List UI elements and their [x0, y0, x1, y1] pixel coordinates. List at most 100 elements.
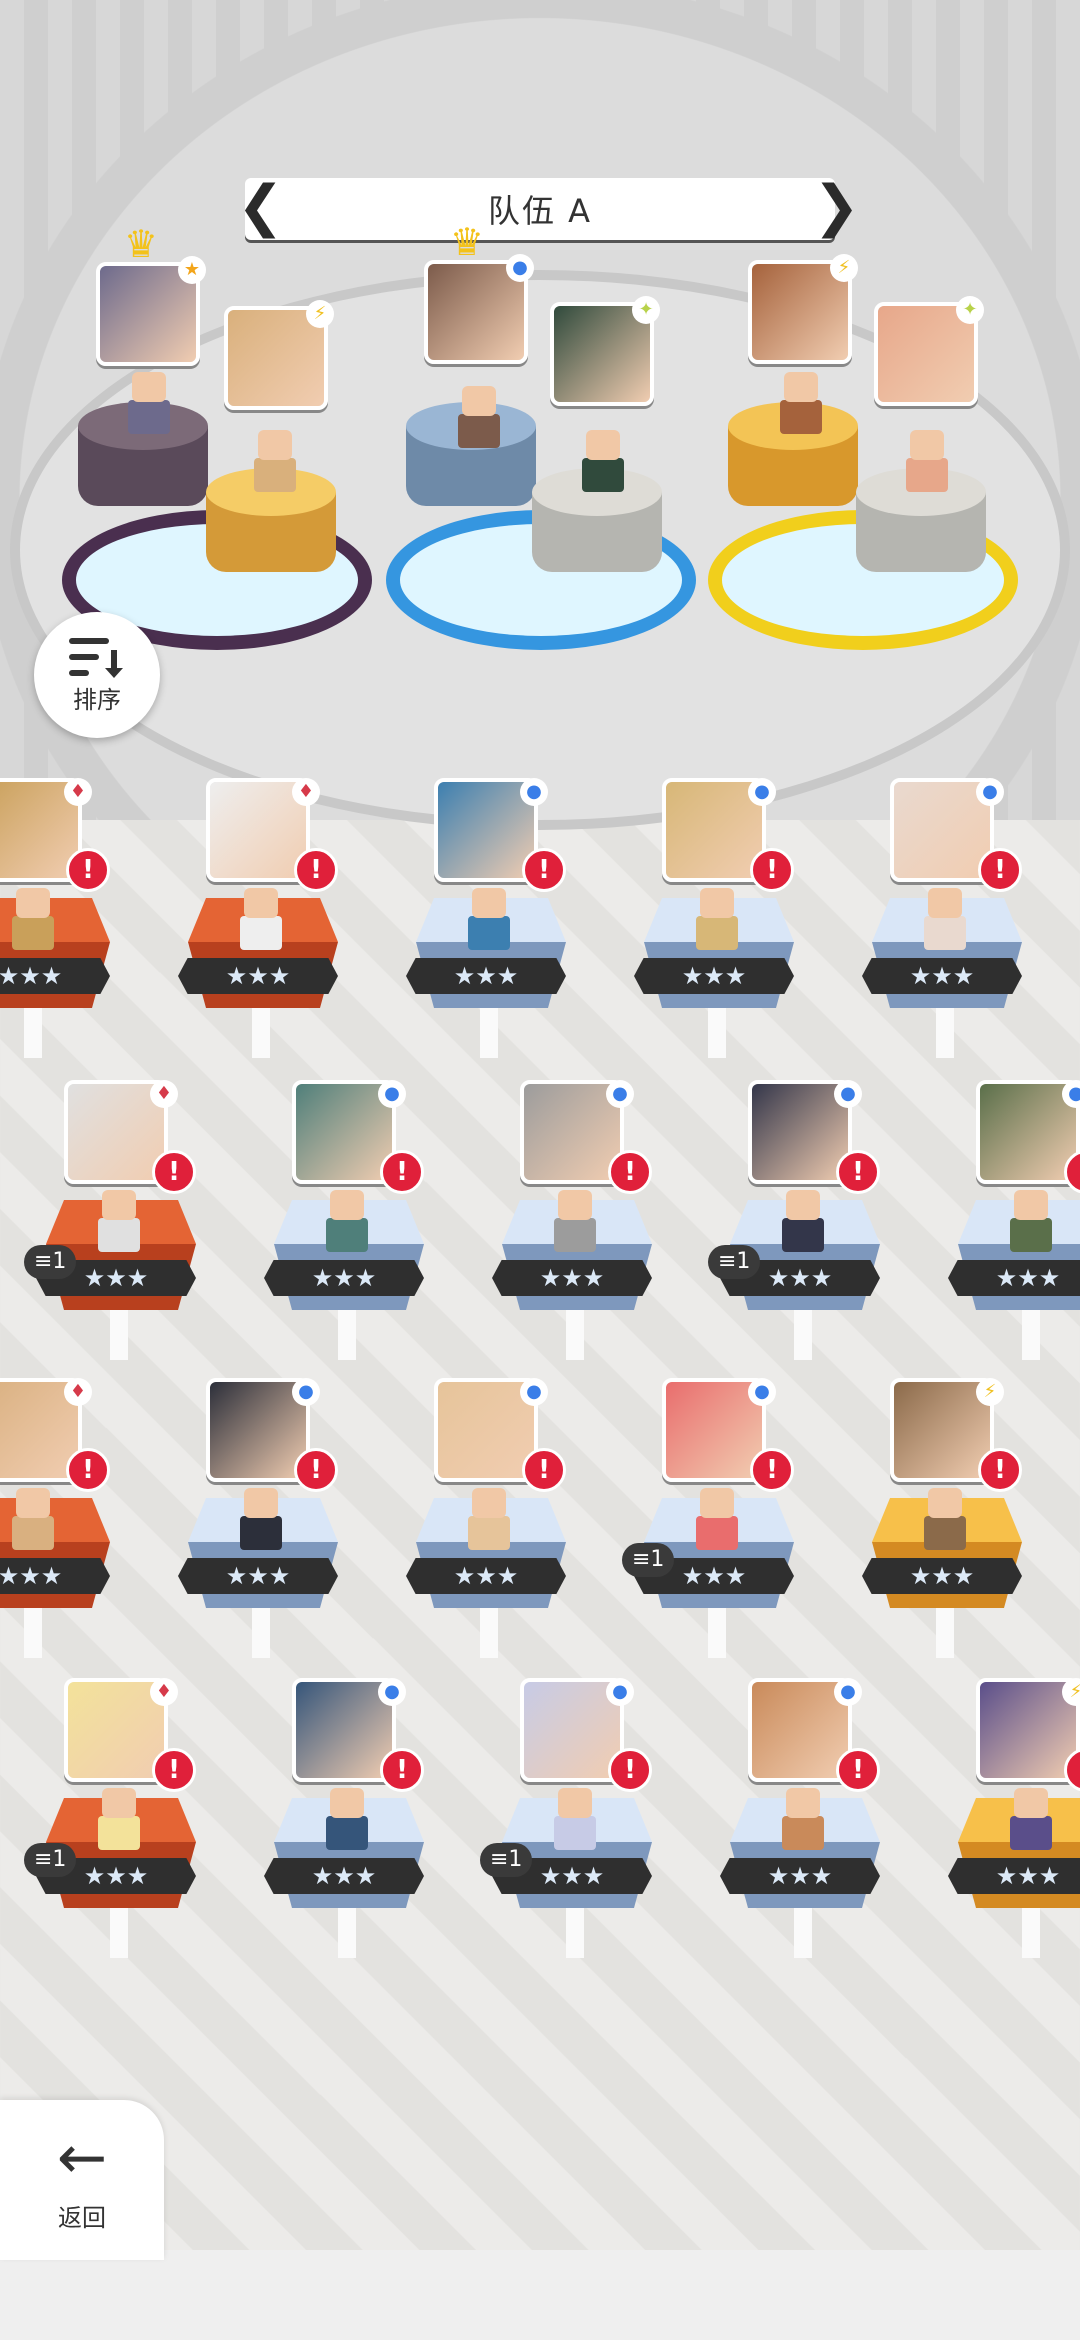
roster-unit[interactable]: ★★★●!	[946, 1080, 1080, 1360]
alert-icon: !	[380, 1748, 424, 1792]
level-tag: ≡1	[24, 1843, 77, 1877]
circle-icon: ●	[378, 1080, 406, 1108]
roster-unit[interactable]: ★★★⚡!	[860, 1378, 1030, 1658]
back-arrow-icon: ←	[56, 2122, 108, 2193]
star-rating: ★★★	[948, 1260, 1080, 1296]
pedestal-stem	[480, 1008, 498, 1058]
circle-icon: ●	[520, 778, 548, 806]
unit-sprite	[918, 888, 972, 958]
pedestal-stem	[1022, 1908, 1040, 1958]
team-selector: ❮ 队伍 A ❯	[237, 178, 860, 240]
roster-unit[interactable]: ★★★⚡!	[946, 1678, 1080, 1958]
star-rating: ★★★	[178, 1558, 338, 1594]
star-rating: ★★★	[948, 1858, 1080, 1894]
roster-unit[interactable]: ★★★●!	[404, 778, 574, 1058]
unit-sprite	[776, 1190, 830, 1260]
star-rating: ★★★	[406, 958, 566, 994]
unit-sprite	[320, 1190, 374, 1260]
pedestal-stem	[480, 1608, 498, 1658]
formation-unit-sprite[interactable]	[452, 386, 506, 456]
roster-unit[interactable]: ★★★●!	[490, 1080, 660, 1360]
alert-icon: !	[836, 1150, 880, 1194]
team-title: 队伍 A	[487, 192, 593, 230]
roster-unit[interactable]: ★★★●!	[718, 1678, 888, 1958]
pedestal-stem	[708, 1608, 726, 1658]
star-rating: ★★★	[492, 1260, 652, 1296]
alert-icon: !	[978, 1448, 1022, 1492]
star-rating: ★★★	[406, 1558, 566, 1594]
unit-sprite	[462, 888, 516, 958]
pedestal-stem	[936, 1608, 954, 1658]
roster-unit[interactable]: ★★★●!	[632, 778, 802, 1058]
star-rating: ★★★	[634, 958, 794, 994]
formation-unit-sprite[interactable]	[900, 430, 954, 500]
next-team-button[interactable]: ❯	[813, 178, 860, 240]
star-rating: ★★★	[862, 958, 1022, 994]
bottom-bar	[0, 2250, 1080, 2340]
roster-unit[interactable]: ★★★●!	[262, 1678, 432, 1958]
level-tag: ≡1	[708, 1245, 761, 1279]
prev-team-button[interactable]: ❮	[237, 178, 284, 240]
unit-sprite	[1004, 1190, 1058, 1260]
circle-icon: ●	[834, 1080, 862, 1108]
star-rating: ★★★	[264, 1260, 424, 1296]
roster-unit[interactable]: ★★★●!	[860, 778, 1030, 1058]
alert-icon: !	[66, 1448, 110, 1492]
roster-unit[interactable]: ★★★●!	[262, 1080, 432, 1360]
unit-sprite	[690, 1488, 744, 1558]
sort-label: 排序	[73, 685, 121, 714]
diamond-icon: ♦	[150, 1678, 178, 1706]
crown-icon: ♛	[450, 220, 485, 264]
roster-unit[interactable]: ★★★●!	[176, 1378, 346, 1658]
pedestal-stem	[252, 1608, 270, 1658]
unit-sprite	[92, 1190, 146, 1260]
diamond-icon: ♦	[64, 778, 92, 806]
star-rating: ★★★	[720, 1858, 880, 1894]
unit-sprite	[92, 1788, 146, 1858]
back-button[interactable]: ← 返回	[0, 2100, 164, 2260]
roster-unit[interactable]: ★★★ ●! ≡1	[708, 1080, 888, 1360]
unit-sprite	[6, 1488, 60, 1558]
star-rating: ★★★	[0, 1558, 110, 1594]
roster-unit[interactable]: ★★★ ♦! ≡1	[24, 1678, 204, 1958]
star-rating: ★★★	[0, 958, 110, 994]
pedestal-stem	[708, 1008, 726, 1058]
unit-sprite	[462, 1488, 516, 1558]
roster-unit[interactable]: ★★★●!	[404, 1378, 574, 1658]
roster-unit[interactable]: ★★★ ♦!	[0, 778, 118, 1058]
formation-unit-sprite[interactable]	[122, 372, 176, 442]
formation-unit-sprite[interactable]	[248, 430, 302, 500]
bolt-icon: ⚡	[976, 1378, 1004, 1406]
unit-sprite	[918, 1488, 972, 1558]
circle-icon: ●	[976, 778, 1004, 806]
circle-icon: ●	[520, 1378, 548, 1406]
formation-unit-sprite[interactable]	[576, 430, 630, 500]
roster-unit[interactable]: ★★★ ●! ≡1	[622, 1378, 802, 1658]
pedestal-stem	[566, 1310, 584, 1360]
roster-unit[interactable]: ★★★ ♦!	[176, 778, 346, 1058]
level-tag: ≡1	[622, 1543, 675, 1577]
unit-sprite	[690, 888, 744, 958]
pedestal-stem	[338, 1310, 356, 1360]
formation-unit-sprite[interactable]	[774, 372, 828, 442]
sort-icon	[69, 637, 123, 678]
roster-unit[interactable]: ★★★ ♦!	[0, 1378, 118, 1658]
sort-button[interactable]: 排序	[34, 612, 160, 738]
sparkle-icon: ✦	[956, 296, 984, 324]
alert-icon: !	[66, 848, 110, 892]
pedestal-stem	[110, 1310, 128, 1360]
roster-unit[interactable]: ★★★ ●! ≡1	[480, 1678, 660, 1958]
star-rating: ★★★	[264, 1858, 424, 1894]
pedestal-stem	[110, 1908, 128, 1958]
unit-sprite	[234, 888, 288, 958]
alert-icon: !	[750, 848, 794, 892]
unit-sprite	[776, 1788, 830, 1858]
circle-icon: ●	[834, 1678, 862, 1706]
pedestal-stem	[24, 1008, 42, 1058]
crown-icon: ♛	[124, 222, 159, 266]
roster-unit[interactable]: ★★★ ♦! ≡1	[24, 1080, 204, 1360]
alert-icon: !	[608, 1150, 652, 1194]
pedestal-stem	[936, 1008, 954, 1058]
alert-icon: !	[152, 1150, 196, 1194]
pedestal-stem	[24, 1608, 42, 1658]
